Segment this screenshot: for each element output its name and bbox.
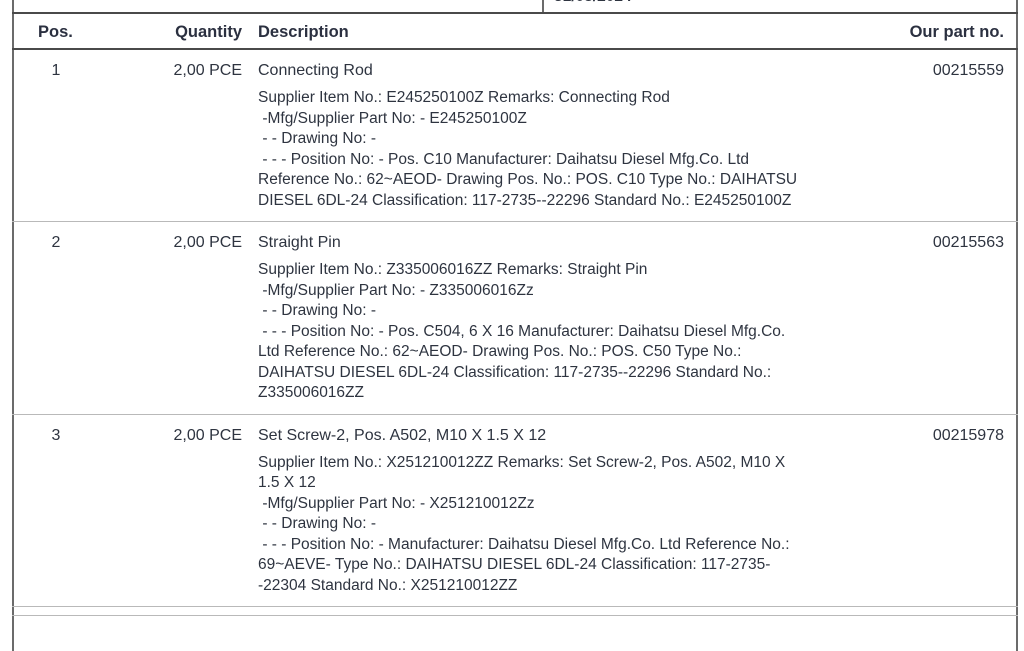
cell-quantity: 2,00 PCE [173, 234, 242, 251]
cell-our-part-no: 00215978 [932, 426, 1004, 444]
cell-quantity: 2,00 PCE [173, 426, 242, 444]
top-partial-row-divider [542, 0, 544, 12]
cell-our-part-no: 00215559 [932, 62, 1004, 79]
cell-our-part-no: 00215563 [932, 234, 1004, 251]
cell-description: Connecting Rod Supplier Item No.: E24525… [258, 60, 798, 211]
column-header-our-part-no: Our part no. [909, 23, 1004, 41]
table-header-row: Pos. Quantity Description Our part no. [12, 12, 1018, 50]
column-header-quantity: Quantity [175, 23, 242, 41]
column-header-pos: Pos. [38, 23, 73, 41]
cell-pos: 1 [51, 62, 61, 79]
document-page: 31/08/2024 Pos. Quantity Description Our… [0, 0, 1024, 651]
description-title: Set Screw-2, Pos. A502, M10 X 1.5 X 12 [258, 426, 547, 444]
description-title: Connecting Rod [258, 62, 373, 79]
table-row: 3 2,00 PCE 00215978 Set Screw-2, Pos. A5… [12, 415, 1018, 607]
description-detail: Supplier Item No.: E245250100Z Remarks: … [258, 89, 798, 209]
cell-description: Straight Pin Supplier Item No.: Z3350060… [258, 232, 798, 404]
order-date: 31/08/2024 [554, 0, 632, 6]
cell-quantity: 2,00 PCE [173, 62, 242, 79]
cell-pos: 2 [51, 234, 61, 251]
cell-description: Set Screw-2, Pos. A502, M10 X 1.5 X 12 S… [258, 425, 798, 597]
table-row: 2 2,00 PCE 00215563 Straight Pin Supplie… [12, 222, 1018, 415]
table-row-clipped [12, 607, 1018, 616]
column-header-description: Description [258, 23, 349, 41]
table-body: 1 2,00 PCE 00215559 Connecting Rod Suppl… [12, 50, 1018, 616]
description-detail: Supplier Item No.: X251210012ZZ Remarks:… [258, 453, 790, 594]
description-title: Straight Pin [258, 234, 341, 251]
cell-pos: 3 [51, 426, 61, 444]
table-row: 1 2,00 PCE 00215559 Connecting Rod Suppl… [12, 50, 1018, 222]
description-detail: Supplier Item No.: Z335006016ZZ Remarks:… [258, 261, 786, 401]
top-partial-row: 31/08/2024 [12, 0, 1018, 12]
